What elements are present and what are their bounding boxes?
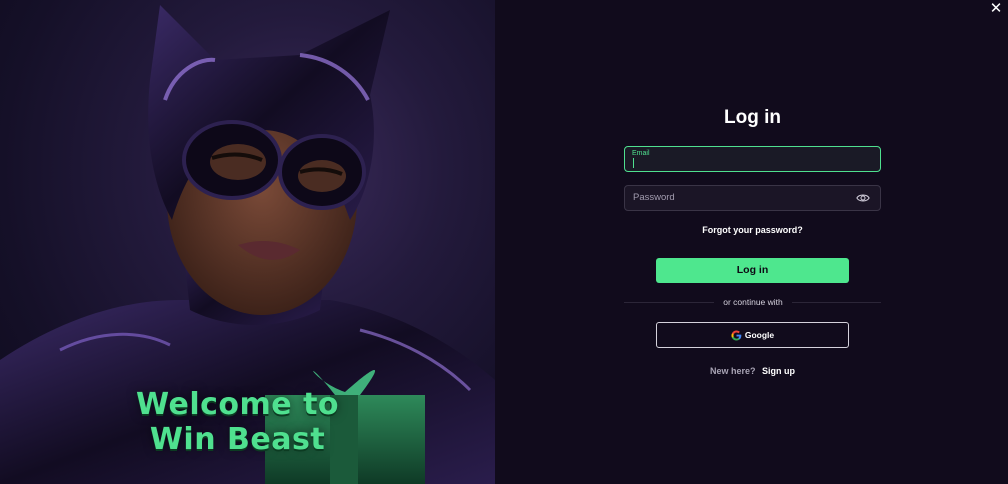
google-icon [731,329,742,341]
welcome-heading-line2: Win Beast [149,422,326,457]
password-field[interactable]: Password [624,185,881,211]
login-title: Log in [724,107,781,128]
password-placeholder: Password [633,192,675,203]
welcome-heading-line1: Welcome to [135,387,340,422]
login-button[interactable]: Log in [656,258,849,283]
eye-icon[interactable] [856,192,870,204]
close-icon[interactable]: ✕ [988,1,1004,17]
email-label: Email [632,150,650,157]
email-field[interactable]: Email [624,146,881,172]
forgot-password-link[interactable]: Forgot your password? [624,225,881,235]
signup-link[interactable]: Sign up [762,366,795,376]
new-here-text: New here? [709,366,756,376]
google-login-button[interactable]: Google [656,322,849,348]
hero-panel: Welcome to Win Beast [0,0,495,484]
divider-line-right [792,302,881,303]
text-caret [633,158,634,168]
divider-line-left [624,302,714,303]
signup-row: New here? Sign up [624,366,881,376]
google-button-label: Google [744,330,775,340]
login-panel [495,0,1008,484]
divider-text: or continue with [723,297,783,307]
